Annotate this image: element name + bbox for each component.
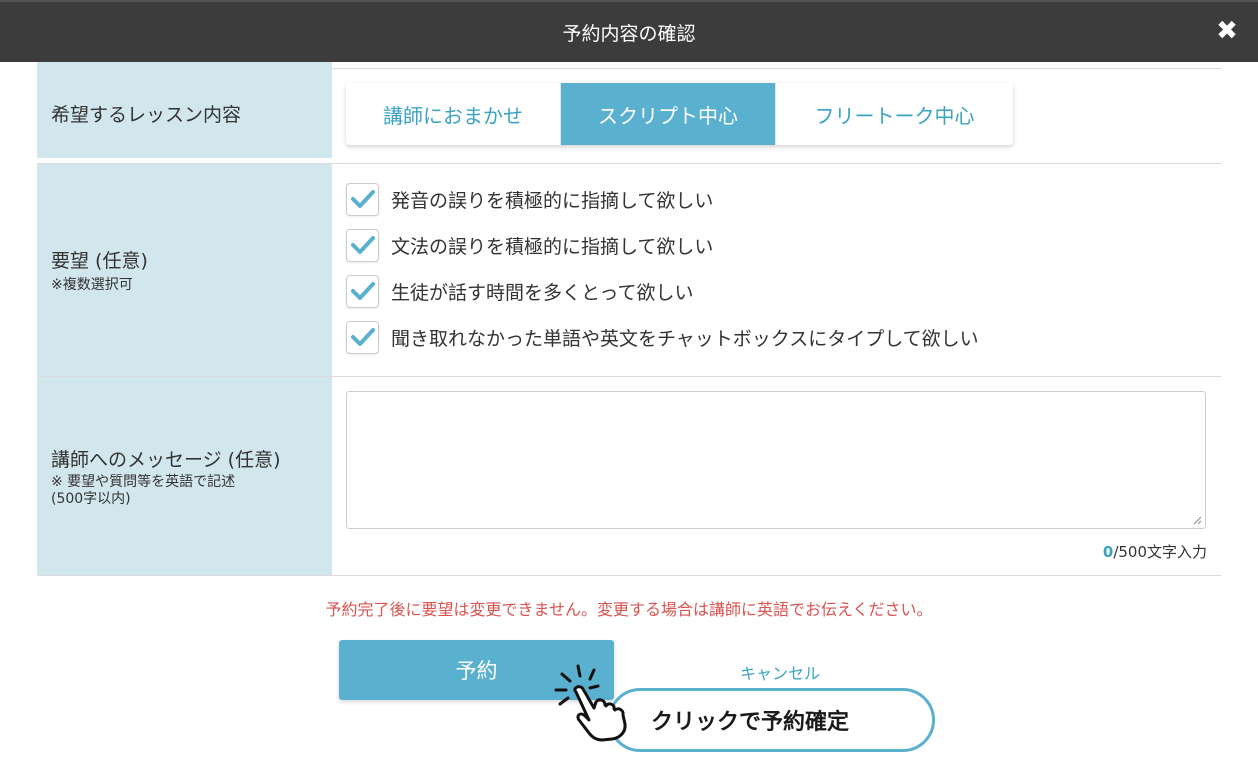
option-free-talk[interactable]: フリートーク中心 [776, 83, 1013, 145]
lesson-content-segmented-control: 講師におまかせ スクリプト中心 フリートーク中心 [346, 83, 1013, 145]
option-teacher-choice[interactable]: 講師におまかせ [346, 83, 561, 145]
lesson-content-label: 希望するレッスン内容 [51, 103, 242, 126]
click-to-confirm-callout: クリックで予約確定 [608, 688, 935, 752]
pointing-hand-icon [554, 664, 627, 742]
checkbox-checked[interactable] [346, 274, 379, 308]
request-label: 文法の誤りを積極的に指摘して欲しい [391, 235, 714, 258]
lesson-content-label-cell: 希望するレッスン内容 [37, 62, 332, 158]
request-item[interactable]: 聞き取れなかった単語や英文をチャットボックスにタイプして欲しい [346, 314, 979, 360]
message-textarea[interactable] [346, 391, 1206, 529]
modal-header: 予約内容の確認 ✖ [0, 0, 1258, 62]
requests-checklist: 発音の誤りを積極的に指摘して欲しい 文法の誤りを積極的に指摘して欲しい 生徒が話… [346, 176, 979, 360]
check-icon [350, 236, 375, 254]
requests-value: 発音の誤りを積極的に指摘して欲しい 文法の誤りを積極的に指摘して欲しい 生徒が話… [332, 164, 1221, 376]
check-icon [350, 190, 375, 208]
check-icon [350, 282, 375, 300]
check-icon [350, 328, 375, 346]
requests-row: 要望 (任意) ※複数選択可 発音の誤りを積極的に指摘して欲しい 文法の誤りを積… [37, 164, 1221, 377]
lesson-content-row: 希望するレッスン内容 講師におまかせ スクリプト中心 フリートーク中心 [37, 62, 1221, 164]
message-label-cell: 講師へのメッセージ (任意) ※ 要望や質問等を英語で記述 (500字以内) [37, 377, 332, 575]
request-item[interactable]: 生徒が話す時間を多くとって欲しい [346, 268, 979, 314]
request-item[interactable]: 発音の誤りを積極的に指摘して欲しい [346, 176, 979, 222]
message-row: 講師へのメッセージ (任意) ※ 要望や質問等を英語で記述 (500字以内) 0… [37, 377, 1221, 576]
request-label: 発音の誤りを積極的に指摘して欲しい [391, 189, 714, 212]
resize-grip-icon[interactable] [1192, 515, 1202, 525]
checkbox-checked[interactable] [346, 228, 379, 262]
request-label: 生徒が話す時間を多くとって欲しい [391, 281, 694, 304]
checkbox-checked[interactable] [346, 320, 379, 354]
warning-message: 予約完了後に要望は変更できません。変更する場合は講師に英語でお伝えください。 [325, 600, 933, 619]
message-label: 講師へのメッセージ (任意) [51, 448, 281, 471]
checkbox-checked[interactable] [346, 182, 379, 216]
message-limit-note: (500字以内) [51, 490, 131, 507]
message-value: 0/500文字入力 [332, 377, 1221, 575]
option-script-focus[interactable]: スクリプト中心 [561, 83, 776, 145]
modal-title: 予約内容の確認 [562, 22, 696, 45]
close-icon[interactable]: ✖ [1214, 18, 1240, 44]
character-count: 0 [1102, 543, 1114, 561]
character-counter: 0/500文字入力 [1103, 541, 1207, 562]
request-label: 聞き取れなかった単語や英文をチャットボックスにタイプして欲しい [391, 327, 979, 350]
lesson-content-value: 講師におまかせ スクリプト中心 フリートーク中心 [332, 69, 1221, 163]
requests-label: 要望 (任意) [51, 250, 148, 272]
requests-label-cell: 要望 (任意) ※複数選択可 [37, 164, 332, 376]
message-sublabel: ※ 要望や質問等を英語で記述 [51, 473, 236, 490]
requests-sublabel: ※複数選択可 [51, 277, 133, 293]
request-item[interactable]: 文法の誤りを積極的に指摘して欲しい [346, 222, 979, 268]
cancel-link[interactable]: キャンセル [740, 660, 820, 684]
callout-text: クリックで予約確定 [651, 710, 850, 735]
character-limit: /500文字入力 [1113, 543, 1207, 561]
reservation-form: 希望するレッスン内容 講師におまかせ スクリプト中心 フリートーク中心 要望 (… [37, 62, 1221, 576]
